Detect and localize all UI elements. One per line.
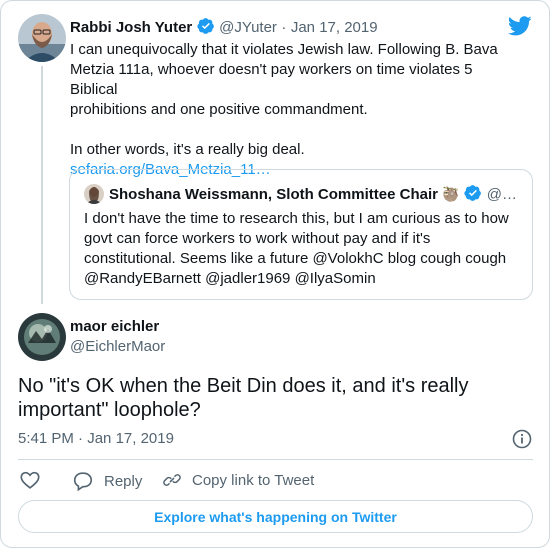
explore-twitter-button[interactable]: Explore what's happening on Twitter (18, 500, 533, 533)
parent-tweet-line: Metzia 111a, whoever doesn't pay workers… (70, 61, 473, 98)
parent-author-avatar[interactable] (18, 14, 66, 62)
quoted-tweet-body: I don't have the time to research this, … (84, 209, 524, 289)
main-author-name[interactable]: maor eichler (70, 318, 159, 335)
divider (18, 459, 533, 460)
reply-bubble-icon (73, 472, 93, 492)
main-tweet-timestamp[interactable]: 5:41 PM · Jan 17, 2019 (18, 430, 174, 447)
heart-icon (20, 471, 40, 489)
copy-link-button[interactable]: Copy link to Tweet (162, 470, 314, 490)
main-tweet-line: No "it's OK when the Beit Din does it, a… (18, 375, 469, 397)
thread-connector-line (41, 66, 43, 304)
tweet-embed-card: Rabbi Josh Yuter @JYuter · Jan 17, 2019 … (0, 0, 550, 548)
parent-author-handle[interactable]: @JYuter (219, 19, 277, 36)
verified-badge-icon (197, 18, 214, 34)
parent-tweet-header: Rabbi Josh Yuter @JYuter · Jan 17, 2019 (70, 17, 378, 37)
main-tweet-body: No "it's OK when the Beit Din does it, a… (18, 374, 538, 422)
separator-dot: · (281, 19, 287, 36)
parent-tweet-body: I can unequivocally that it violates Jew… (70, 40, 510, 180)
parent-tweet-line: In other words, it's a really big deal. (70, 141, 305, 158)
quoted-author-handle: @… (486, 186, 517, 203)
main-author-handle[interactable]: @EichlerMaor (70, 338, 165, 355)
explore-label: Explore what's happening on Twitter (154, 508, 397, 525)
reply-label: Reply (104, 472, 143, 490)
copy-link-label: Copy link to Tweet (192, 471, 315, 489)
parent-author-name[interactable]: Rabbi Josh Yuter (70, 19, 192, 36)
main-tweet-time: 5:41 PM (18, 430, 74, 447)
twitter-bird-icon[interactable] (508, 16, 532, 36)
main-tweet-date: Jan 17, 2019 (87, 430, 174, 447)
sloth-emoji: 🦥 (442, 186, 460, 202)
info-icon[interactable] (512, 429, 532, 449)
quoted-author-name: Shoshana Weissmann, Sloth Committee Chai… (109, 186, 438, 203)
main-tweet-line: important" loophole? (18, 399, 201, 421)
quoted-tweet-line: I don't have the time to research this, … (84, 210, 509, 227)
quoted-tweet-line: govt can force workers to work without p… (84, 230, 431, 247)
parent-tweet-line: prohibitions and one positive commandmen… (70, 101, 368, 118)
quoted-author-avatar (84, 184, 104, 204)
like-button[interactable] (19, 469, 41, 496)
verified-badge-icon (464, 185, 482, 201)
quoted-tweet-line: constitutional. Seems like a future @Vol… (84, 250, 507, 267)
parent-tweet-line: I can unequivocally that it violates Jew… (70, 41, 498, 58)
link-icon (163, 474, 181, 486)
separator-dot: · (78, 430, 84, 447)
quoted-tweet[interactable]: Shoshana Weissmann, Sloth Committee Chai… (69, 169, 533, 300)
quoted-tweet-line: @RandyEBarnett @jadler1969 @IlyaSomin (84, 270, 376, 287)
quoted-tweet-header: Shoshana Weissmann, Sloth Committee Chai… (109, 184, 517, 204)
parent-tweet-date[interactable]: Jan 17, 2019 (291, 19, 378, 36)
main-author-avatar[interactable] (18, 313, 66, 361)
reply-button[interactable]: Reply (72, 470, 142, 492)
